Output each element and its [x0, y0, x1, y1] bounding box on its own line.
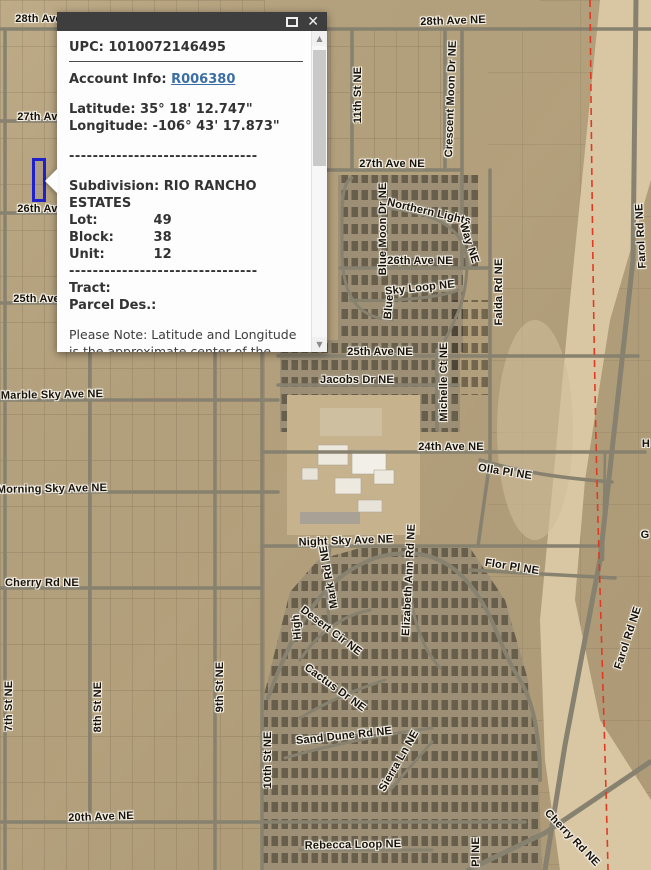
scroll-down-button[interactable]: ▼: [312, 337, 327, 352]
close-icon[interactable]: ✕: [307, 15, 319, 29]
popup-titlebar[interactable]: ✕: [57, 12, 327, 31]
popup-body: UPC: 1010072146495 Account Info: R006380…: [57, 31, 311, 352]
note-text: Please Note: Latitude and Longitude is t…: [69, 327, 307, 352]
lot-row: Lot: 49: [69, 212, 305, 229]
dashed-separator: --------------------------------: [69, 263, 305, 280]
block-row: Block: 38: [69, 229, 305, 246]
block-value: 38: [154, 230, 172, 245]
unit-label: Unit:: [69, 246, 149, 263]
subdivision-row: Subdivision: RIO RANCHO ESTATES: [69, 178, 305, 212]
dashed-separator: --------------------------------: [69, 148, 305, 165]
scrollbar-thumb[interactable]: [313, 50, 326, 166]
longitude-value: Longitude: -106° 43' 17.873": [69, 118, 305, 135]
map-viewer: 28th Ave NE28th Ave NE27th Ave NE27th Av…: [0, 0, 651, 870]
latitude-value: Latitude: 35° 18' 12.747": [69, 101, 305, 118]
unit-value: 12: [154, 247, 172, 262]
lot-value: 49: [154, 213, 172, 228]
subdivision-label: Subdivision:: [69, 179, 159, 194]
parcel-info-popup: ✕ UPC: 1010072146495 Account Info: R0063…: [57, 12, 327, 352]
popup-scrollbar[interactable]: ▲ ▼: [311, 31, 327, 352]
scroll-up-button[interactable]: ▲: [312, 31, 327, 46]
account-info-label: Account Info:: [69, 72, 167, 87]
account-info-link[interactable]: R006380: [171, 72, 235, 87]
block-label: Block:: [69, 229, 149, 246]
maximize-icon[interactable]: [286, 17, 298, 27]
parcel-des-label: Parcel Des.:: [69, 297, 305, 314]
unit-row: Unit: 12: [69, 246, 305, 263]
selected-parcel-highlight[interactable]: [32, 158, 46, 202]
school-buildings: [287, 395, 420, 535]
upc-value: UPC: 1010072146495: [69, 39, 305, 56]
tract-label: Tract:: [69, 280, 305, 297]
lot-label: Lot:: [69, 212, 149, 229]
account-info-row: Account Info: R006380: [69, 71, 305, 88]
